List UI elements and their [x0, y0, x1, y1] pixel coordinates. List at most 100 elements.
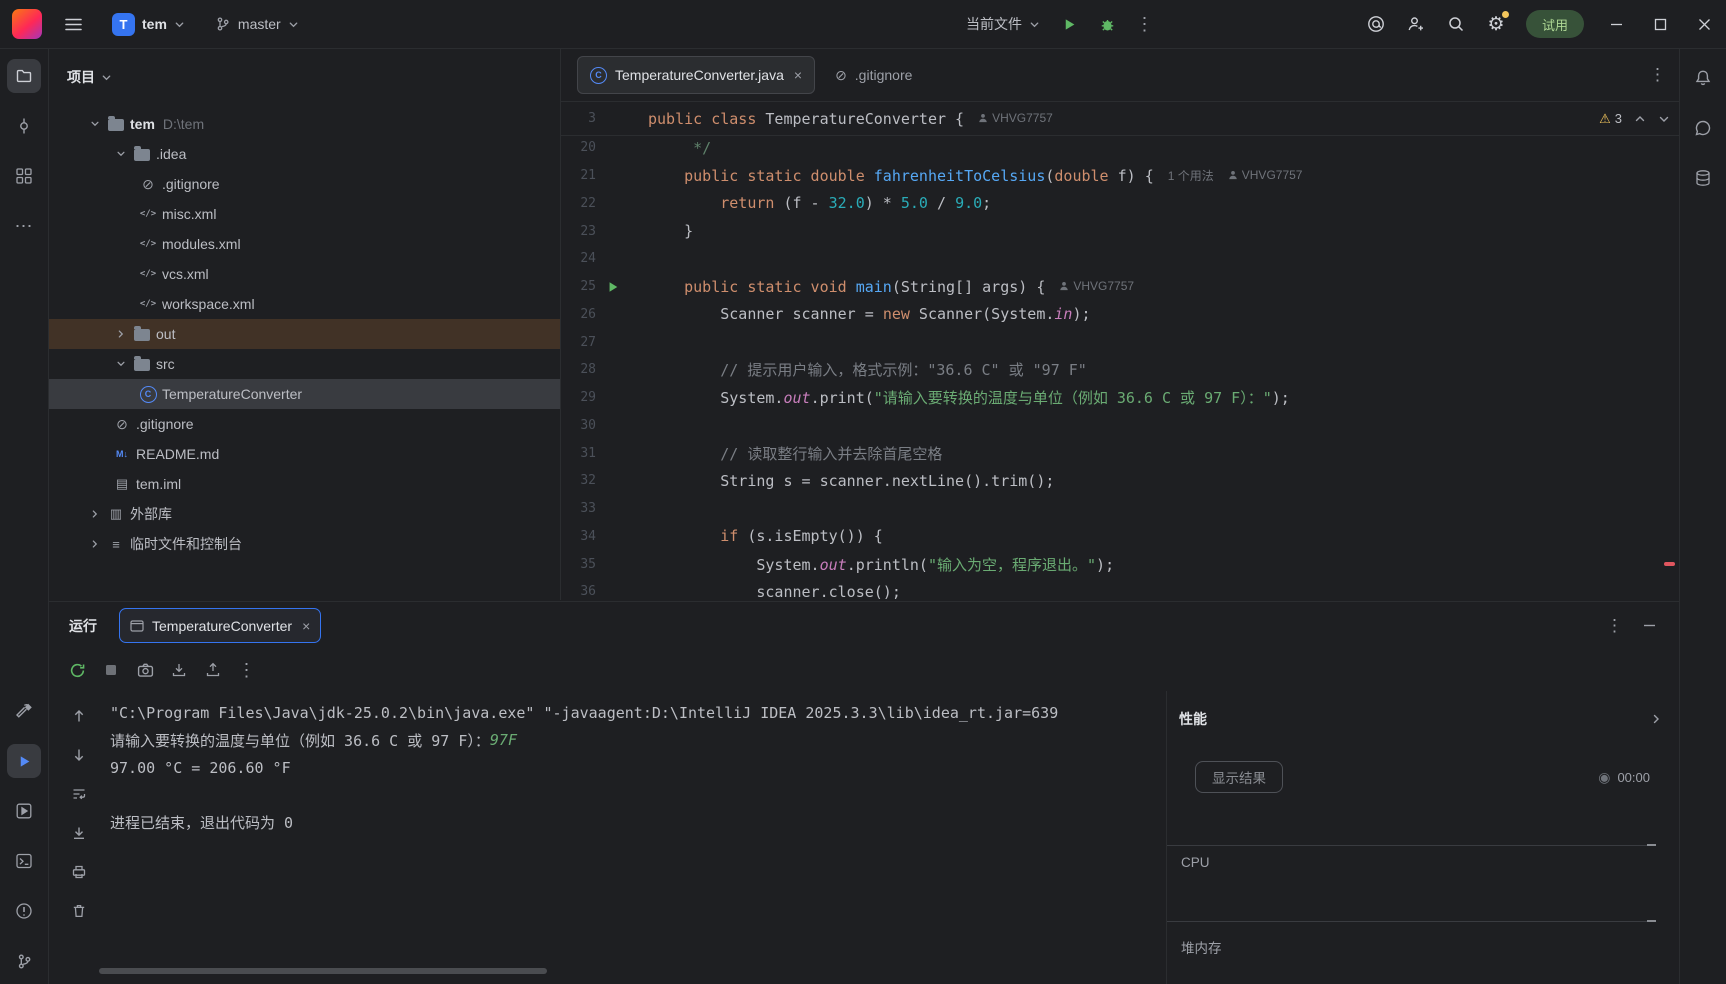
build-tool-button[interactable] — [7, 694, 41, 728]
ai-chat-tool-button[interactable] — [1686, 111, 1720, 145]
tree-item[interactable]: ▥外部库 — [49, 499, 560, 529]
more-tool-windows-button[interactable]: ⋯ — [7, 209, 41, 243]
run-button[interactable] — [1052, 7, 1086, 41]
run-tool-window-button[interactable] — [7, 744, 41, 778]
code-line[interactable]: 32 String s = scanner.nextLine().trim(); — [561, 467, 1680, 495]
code-line[interactable]: 27 — [561, 328, 1680, 356]
stop-button[interactable] — [97, 656, 125, 684]
maximize-button[interactable] — [1638, 0, 1682, 48]
editor-area[interactable]: C TemperatureConverter.java × ⊘ .gitigno… — [561, 49, 1680, 600]
code-line[interactable]: 34 if (s.isEmpty()) { — [561, 523, 1680, 551]
code-line[interactable]: 31 // 读取整行输入并去除首尾空格 — [561, 439, 1680, 467]
code-line[interactable]: 3public class TemperatureConverter {VHVG… — [561, 102, 1680, 135]
code-line[interactable]: 30 — [561, 412, 1680, 440]
rerun-button[interactable] — [63, 656, 91, 684]
settings-button[interactable]: ⚙ — [1479, 7, 1513, 41]
vcs-branch-widget[interactable]: master — [207, 12, 307, 36]
export-button[interactable] — [165, 656, 193, 684]
run-panel-options-kebab-icon[interactable]: ⋮ — [1606, 616, 1623, 636]
tree-item[interactable]: ≡临时文件和控制台 — [49, 529, 560, 559]
code-with-me-button[interactable] — [1399, 7, 1433, 41]
project-tool-button[interactable] — [7, 59, 41, 93]
error-stripe-mark[interactable] — [1664, 562, 1675, 566]
prev-problem-chevron-icon[interactable] — [1634, 113, 1646, 125]
trial-button[interactable]: 试用 — [1526, 10, 1584, 38]
editor-tab-temperatureconverter[interactable]: C TemperatureConverter.java × — [577, 56, 815, 94]
structure-tool-button[interactable] — [7, 159, 41, 193]
show-results-button[interactable]: 显示结果 — [1195, 761, 1283, 793]
run-gutter-icon[interactable] — [596, 281, 630, 293]
notifications-button[interactable] — [1686, 61, 1720, 95]
version-control-tool-button[interactable] — [7, 944, 41, 978]
code-line[interactable]: 25 public static void main(String[] args… — [561, 273, 1680, 301]
tree-item[interactable]: ⊘.gitignore — [49, 409, 560, 439]
tree-item[interactable]: ▤tem.iml — [49, 469, 560, 499]
run-tab-temperatureconverter[interactable]: TemperatureConverter × — [119, 608, 321, 643]
run-tab-close-icon[interactable]: × — [302, 618, 310, 634]
editor-tab-gitignore[interactable]: ⊘ .gitignore — [823, 57, 924, 93]
soft-wrap-button[interactable] — [65, 780, 93, 808]
tree-item[interactable]: </>workspace.xml — [49, 289, 560, 319]
console-horizontal-scrollbar[interactable] — [99, 968, 547, 974]
commit-tool-button[interactable] — [7, 109, 41, 143]
tree-item[interactable]: </>modules.xml — [49, 229, 560, 259]
code-line[interactable]: 36 scanner.close(); — [561, 578, 1680, 600]
tree-chevron-icon[interactable] — [111, 359, 131, 369]
usages-inlay-hint[interactable]: 1 个用法 — [1168, 167, 1214, 184]
code-line[interactable]: 20 */ — [561, 134, 1680, 162]
code-line[interactable]: 24 — [561, 245, 1680, 273]
tree-chevron-icon[interactable] — [85, 119, 105, 129]
code-line[interactable]: 21 public static double fahrenheitToCels… — [561, 162, 1680, 190]
next-problem-chevron-icon[interactable] — [1658, 113, 1670, 125]
services-tool-button[interactable] — [7, 794, 41, 828]
tree-item[interactable]: </>misc.xml — [49, 199, 560, 229]
close-window-button[interactable] — [1682, 0, 1726, 48]
tree-chevron-icon[interactable] — [85, 509, 105, 519]
author-inlay-hint[interactable]: VHVG7757 — [978, 111, 1053, 125]
tree-chevron-icon[interactable] — [111, 149, 131, 159]
tree-item[interactable]: CTemperatureConverter — [49, 379, 560, 409]
tree-chevron-icon[interactable] — [85, 539, 105, 549]
project-widget[interactable]: T tem — [104, 9, 193, 40]
code-line[interactable]: 28 // 提示用户输入，格式示例："36.6 C" 或 "97 F" — [561, 356, 1680, 384]
up-stack-trace-button[interactable] — [65, 702, 93, 730]
problems-tool-button[interactable] — [7, 894, 41, 928]
code-line[interactable]: 33 — [561, 495, 1680, 523]
inspection-warnings-badge[interactable]: ⚠ 3 — [1599, 111, 1622, 127]
run-configuration-selector[interactable]: 当前文件 — [958, 10, 1048, 38]
code-line[interactable]: 29 System.out.print("请输入要转换的温度与单位（例如 36.… — [561, 384, 1680, 412]
search-everywhere-button[interactable] — [1439, 7, 1473, 41]
scroll-to-end-button[interactable] — [65, 819, 93, 847]
tree-item[interactable]: src — [49, 349, 560, 379]
tab-close-icon[interactable]: × — [794, 67, 802, 83]
tree-item[interactable]: out — [49, 319, 560, 349]
chevron-down-icon[interactable] — [101, 72, 112, 83]
tree-item[interactable]: ⊘.gitignore — [49, 169, 560, 199]
hide-run-panel-button[interactable] — [1643, 619, 1656, 632]
code-lines[interactable]: 20 */21 public static double fahrenheitT… — [561, 134, 1680, 600]
capture-snapshot-button[interactable] — [131, 656, 159, 684]
tab-options-kebab-icon[interactable]: ⋮ — [1649, 65, 1666, 85]
code-line[interactable]: 23 } — [561, 217, 1680, 245]
minimize-button[interactable] — [1594, 0, 1638, 48]
sticky-header-line[interactable]: 3public class TemperatureConverter {VHVG… — [561, 102, 1680, 136]
print-button[interactable] — [65, 858, 93, 886]
tree-item[interactable]: temD:\tem — [49, 109, 560, 139]
author-inlay-hint[interactable]: VHVG7757 — [1059, 279, 1134, 293]
chevron-right-icon[interactable] — [1650, 713, 1662, 725]
author-inlay-hint[interactable]: VHVG7757 — [1228, 168, 1303, 182]
ai-assistant-button[interactable] — [1359, 7, 1393, 41]
debug-button[interactable] — [1090, 7, 1124, 41]
database-tool-button[interactable] — [1686, 161, 1720, 195]
tree-item[interactable]: M↓README.md — [49, 439, 560, 469]
tree-chevron-icon[interactable] — [111, 329, 131, 339]
terminal-tool-button[interactable] — [7, 844, 41, 878]
main-menu-button[interactable] — [56, 7, 90, 41]
tree-item[interactable]: </>vcs.xml — [49, 259, 560, 289]
clear-console-button[interactable] — [65, 897, 93, 925]
console-output[interactable]: "C:\Program Files\Java\jdk-25.0.2\bin\ja… — [110, 699, 1160, 837]
tree-item[interactable]: .idea — [49, 139, 560, 169]
code-line[interactable]: 22 return (f - 32.0) * 5.0 / 9.0; — [561, 190, 1680, 218]
down-stack-trace-button[interactable] — [65, 741, 93, 769]
code-line[interactable]: 26 Scanner scanner = new Scanner(System.… — [561, 301, 1680, 329]
